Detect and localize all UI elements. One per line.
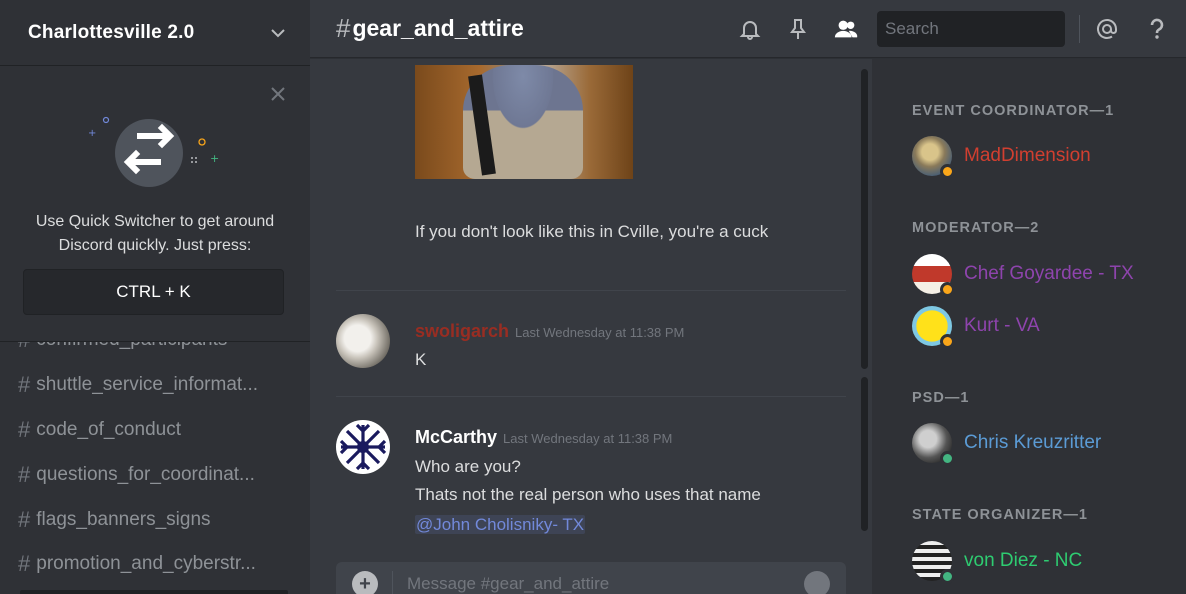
emoji-icon[interactable] <box>804 571 830 594</box>
role-header: PSD—1 <box>912 390 970 406</box>
message-text: If you don't look like this in Cville, y… <box>415 222 769 241</box>
hash-icon: # <box>18 461 31 487</box>
hash-icon: # <box>18 416 31 442</box>
chevron-down-icon <box>271 28 285 37</box>
channel-header: # gear_and_attire <box>310 0 1186 58</box>
help-icon[interactable] <box>1144 16 1170 42</box>
member-name: Chris Kreuzritter <box>964 432 1102 453</box>
hash-icon: # <box>336 13 351 43</box>
toolbar-divider <box>1079 15 1080 43</box>
channel-item-promotion[interactable]: # promotion_and_cyberstr... <box>0 542 310 587</box>
member-item[interactable]: MadDimension <box>912 136 1091 179</box>
user-mention[interactable]: @John Cholisniky- TX <box>415 515 586 534</box>
channel-label: code_of_conduct <box>36 418 181 440</box>
role-header: STATE ORGANIZER—1 <box>912 507 1088 523</box>
member-name: von Diez - NC <box>964 550 1083 571</box>
channel-title: gear_and_attire <box>352 15 524 41</box>
channel-item-shuttle-service[interactable]: # shuttle_service_informat... <box>0 363 310 408</box>
search-input[interactable] <box>885 19 1106 39</box>
channel-label: questions_for_coordinat... <box>36 463 255 485</box>
member-item[interactable]: Kurt - VA <box>912 306 1040 349</box>
message-text: Who are you? <box>415 457 521 476</box>
quick-switcher-illustration: + + <box>88 116 219 187</box>
composer-divider <box>392 571 393 594</box>
message-timestamp: Last Wednesday at 11:38 PM <box>503 431 673 446</box>
channel-list: # confirmed_participants # shuttle_servi… <box>0 318 310 587</box>
member-list: EVENT COORDINATOR—1 MadDimension MODERAT… <box>872 59 1186 594</box>
status-indicator <box>940 451 955 466</box>
status-indicator <box>940 164 955 179</box>
quick-switcher-text: Use Quick Switcher to get around Discord… <box>35 213 275 254</box>
avatar[interactable] <box>336 420 390 474</box>
message-author[interactable]: swoligarch <box>415 321 509 341</box>
server-name: Charlottesville 2.0 <box>28 21 195 43</box>
message-mention-line: @John Cholisniky- TX <box>415 514 815 536</box>
hash-icon: # <box>18 506 31 532</box>
channel-item-code-of-conduct[interactable]: # code_of_conduct <box>0 408 310 453</box>
message-timestamp: Last Wednesday at 11:38 PM <box>515 325 685 340</box>
channel-label: promotion_and_cyberstr... <box>36 553 256 575</box>
hash-icon: # <box>18 551 31 577</box>
role-header: EVENT COORDINATOR—1 <box>912 103 1115 119</box>
notification-bell-icon[interactable] <box>737 16 763 42</box>
search-box[interactable] <box>877 11 1106 47</box>
message-scrollbar-thumb[interactable] <box>861 377 868 531</box>
svg-text:+: + <box>210 152 219 165</box>
channel-item-flags-banners-signs[interactable]: # flags_banners_signs <box>0 497 310 542</box>
channel-sidebar: # confirmed_participants # shuttle_servi… <box>0 0 310 594</box>
channel-label: shuttle_service_informat... <box>36 374 259 396</box>
message-text: K <box>415 350 427 369</box>
image-attachment[interactable] <box>415 65 633 179</box>
message-divider <box>336 396 846 397</box>
avatar[interactable] <box>336 314 390 368</box>
message-author-row: swoligarch Last Wednesday at 11:38 PM <box>415 321 684 342</box>
mentions-icon[interactable] <box>1094 16 1120 42</box>
member-item[interactable]: von Diez - NC <box>912 541 1083 584</box>
message-scrollbar-track[interactable] <box>861 69 868 369</box>
member-item[interactable]: Chris Kreuzritter <box>912 423 1102 466</box>
avatar <box>912 136 955 179</box>
member-name: MadDimension <box>964 145 1091 166</box>
pin-icon[interactable] <box>785 16 811 42</box>
channel-label: flags_banners_signs <box>36 508 211 530</box>
close-icon[interactable] <box>270 86 286 102</box>
avatar <box>912 423 955 466</box>
message-text: Thats not the real person who uses that … <box>415 485 761 504</box>
message-author[interactable]: McCarthy <box>415 427 497 447</box>
member-name: Chef Goyardee - TX <box>964 263 1134 284</box>
svg-text:+: + <box>88 128 96 139</box>
quick-switcher-shortcut-button[interactable]: CTRL + K <box>23 269 284 315</box>
avatar <box>912 306 955 349</box>
header-toolbar <box>737 0 1186 58</box>
member-item[interactable]: Chef Goyardee - TX <box>912 254 1134 297</box>
status-indicator <box>940 569 955 584</box>
server-header[interactable]: Charlottesville 2.0 <box>0 0 310 66</box>
message-divider <box>336 290 846 291</box>
message-input[interactable] <box>407 574 804 594</box>
message-composer: + <box>336 562 846 594</box>
status-indicator <box>940 282 955 297</box>
upload-plus-icon[interactable]: + <box>352 571 378 594</box>
message-author-row: McCarthy Last Wednesday at 11:38 PM <box>415 427 672 448</box>
status-indicator <box>940 334 955 349</box>
member-name: Kurt - VA <box>964 315 1040 336</box>
avatar <box>912 541 955 584</box>
quick-switcher-popup: + + Use Quick Switcher to get around Dis… <box>0 66 310 342</box>
sidebar-scrollbar[interactable] <box>20 590 288 594</box>
member-list-icon[interactable] <box>833 16 859 42</box>
message-list: If you don't look like this in Cville, y… <box>310 59 872 594</box>
channel-item-questions-for-coordinators[interactable]: # questions_for_coordinat... <box>0 452 310 497</box>
avatar <box>912 254 955 297</box>
hash-icon: # <box>18 372 31 398</box>
role-header: MODERATOR—2 <box>912 220 1040 236</box>
